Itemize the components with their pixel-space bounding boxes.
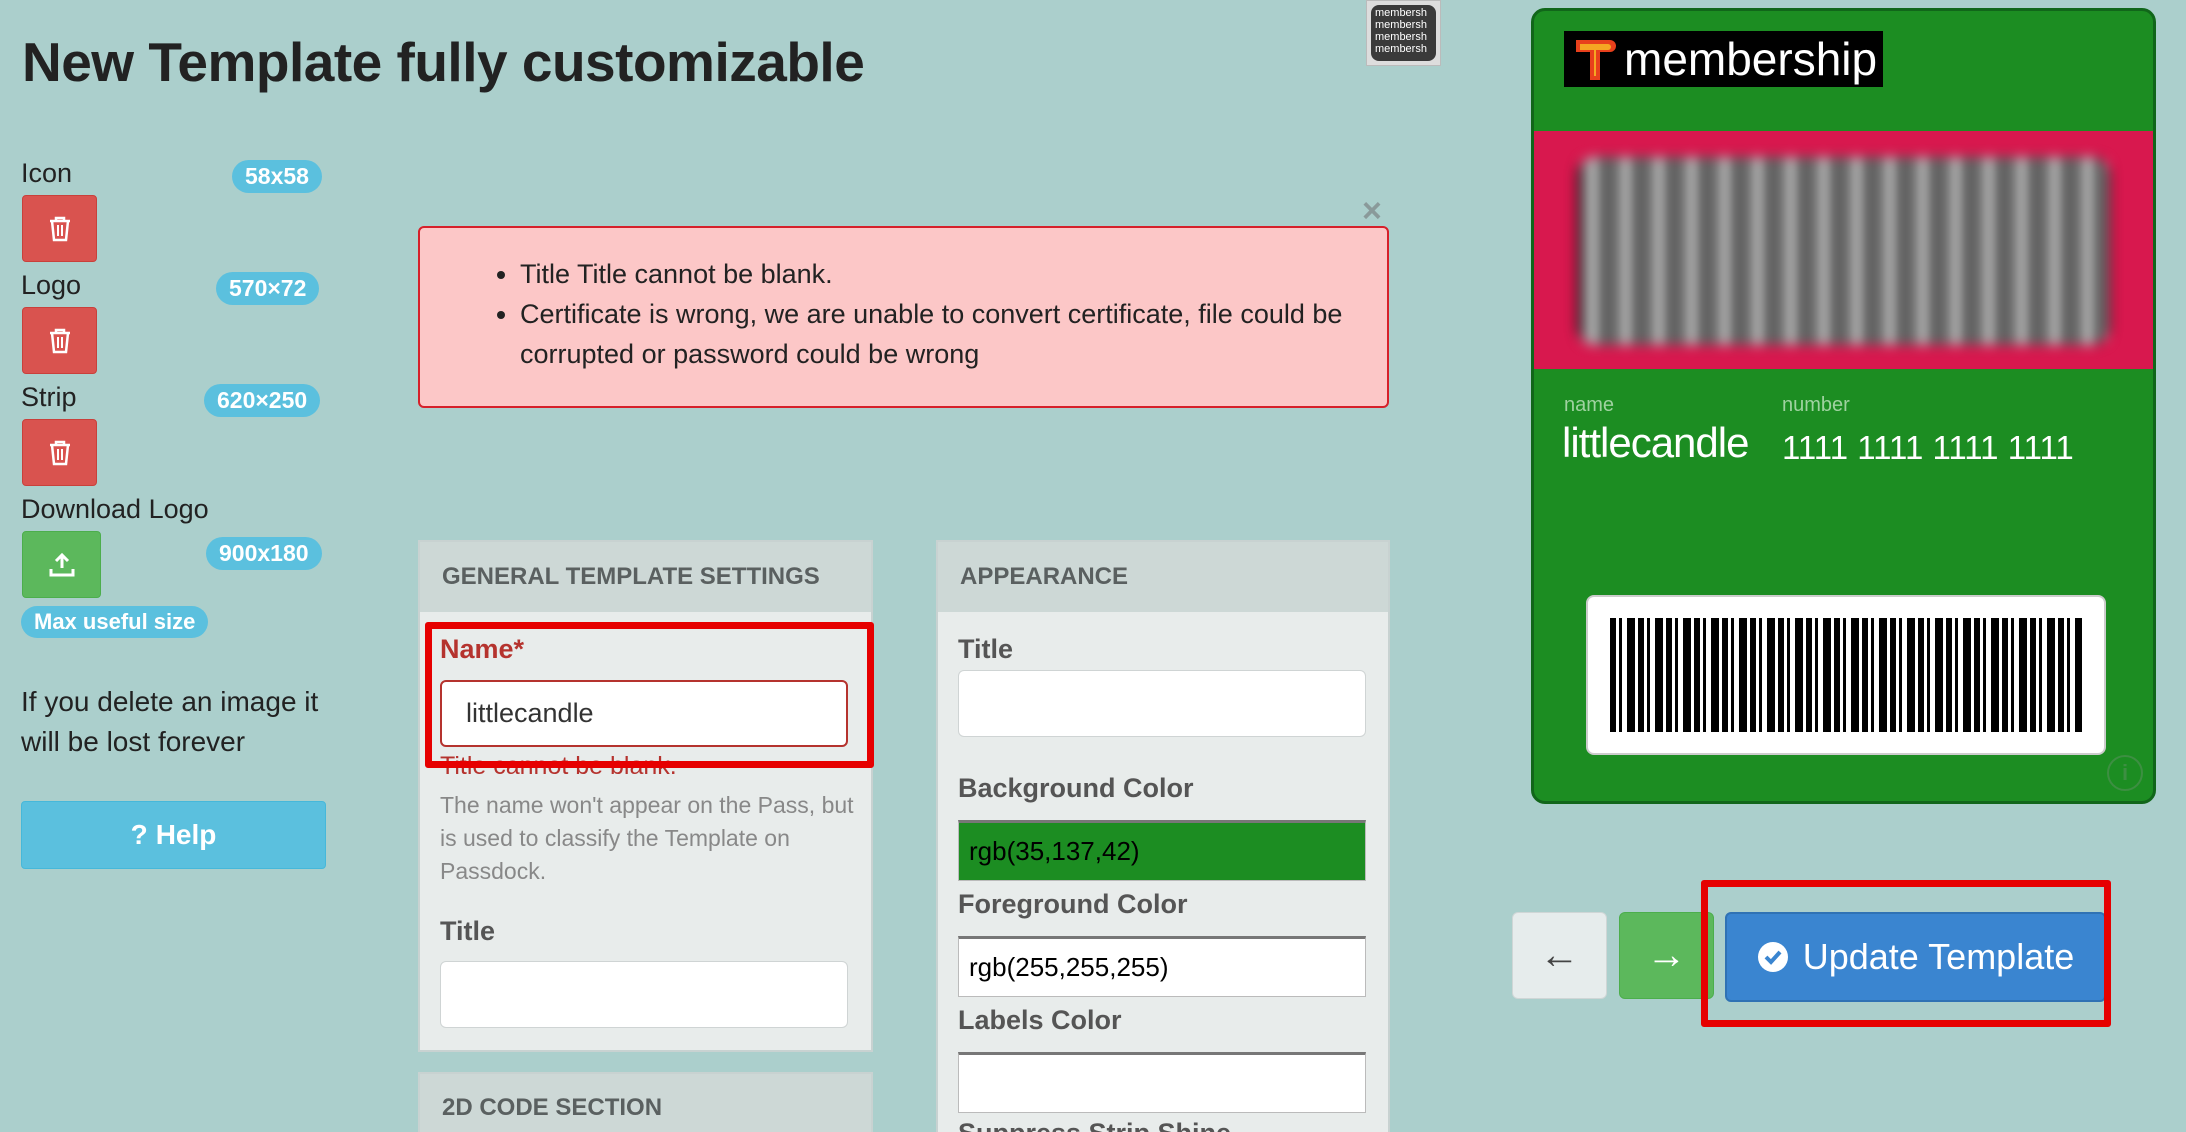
labels-color-label: Labels Color [958,1005,1122,1035]
pass-strip [1534,131,2153,369]
icon-label: Icon [21,158,73,188]
error-message: Title Title cannot be blank. [520,254,1357,294]
panel-header: 2D CODE SECTION [420,1074,871,1132]
appearance-title-input[interactable] [958,670,1366,737]
labels-color-input[interactable] [958,1052,1366,1113]
back-button[interactable]: ← [1512,912,1607,999]
trash-icon [49,216,70,241]
highlight-name-field [425,622,874,768]
strip-size-badge: 620×250 [204,384,321,417]
general-title-label: Title [440,916,496,946]
logo-size-badge: 570×72 [216,272,320,305]
forward-button[interactable]: → [1619,912,1714,999]
suppress-strip-shine-label: Suppress Strip Shine [958,1118,1231,1132]
download-logo-label: Download Logo [21,494,209,524]
pass-name-label: name [1564,394,1615,416]
thumbnail-line: membersh [1375,43,1427,55]
download-logo-size-badge: 900x180 [206,537,322,570]
delete-warning-text: If you delete an image it will be lost f… [21,686,319,757]
general-title-input[interactable] [440,961,848,1028]
logo-label: Logo [21,270,82,300]
strip-label: Strip [21,382,77,412]
upload-icon [49,552,74,576]
arrow-right-icon: → [1646,933,1687,977]
pass-number-value: 1111 1111 1111 1111 [1782,429,2074,466]
code-section-panel: 2D CODE SECTION [418,1072,873,1132]
thumbnail-line: membersh [1375,31,1427,43]
panel-header: GENERAL TEMPLATE SETTINGS [420,542,871,612]
background-color-label: Background Color [958,773,1194,803]
brand-logo-icon [1576,40,1616,80]
logo-thumbnail: membersh membersh membersh membersh [1366,0,1441,66]
background-color-input[interactable]: rgb(35,137,42) [958,820,1366,881]
pass-preview: membership name littlecandle number 1111… [1531,8,2156,804]
arrow-left-icon: ← [1539,933,1580,977]
trash-icon [49,328,70,353]
icon-size-badge: 58x58 [232,160,322,193]
question-icon: ? [130,819,148,850]
thumbnail-line: membersh [1375,19,1427,31]
thumbnail-line: membersh [1375,7,1427,19]
error-message: Certificate is wrong, we are unable to c… [520,294,1357,374]
info-icon[interactable]: i [2107,755,2143,791]
panel-header: APPEARANCE [938,542,1388,612]
error-alert: Title Title cannot be blank. Certificate… [418,226,1389,408]
pass-name-value: littlecandle [1562,419,1749,466]
delete-strip-button[interactable] [22,419,97,486]
pass-logo: membership [1564,31,1884,87]
delete-logo-button[interactable] [22,307,97,374]
highlight-update-button [1701,880,2111,1027]
upload-download-logo-button[interactable] [22,531,101,598]
strip-image [1577,157,2110,345]
pass-logo-text: membership [1624,33,1878,85]
foreground-color-label: Foreground Color [958,889,1188,919]
foreground-color-input[interactable]: rgb(255,255,255) [958,936,1366,997]
pass-barcode [1586,595,2106,755]
appearance-title-label: Title [958,634,1014,664]
max-useful-size-badge: Max useful size [21,606,209,638]
help-button[interactable]: ? Help [21,801,326,869]
page-title: New Template fully customizable [22,31,865,93]
help-button-label: Help [155,819,217,850]
trash-icon [49,440,70,465]
pdf417-barcode [1610,618,2082,732]
name-help-text: The name won't appear on the Pass, but i… [440,792,854,884]
delete-icon-button[interactable] [22,195,97,262]
pass-number-label: number [1782,394,1850,416]
